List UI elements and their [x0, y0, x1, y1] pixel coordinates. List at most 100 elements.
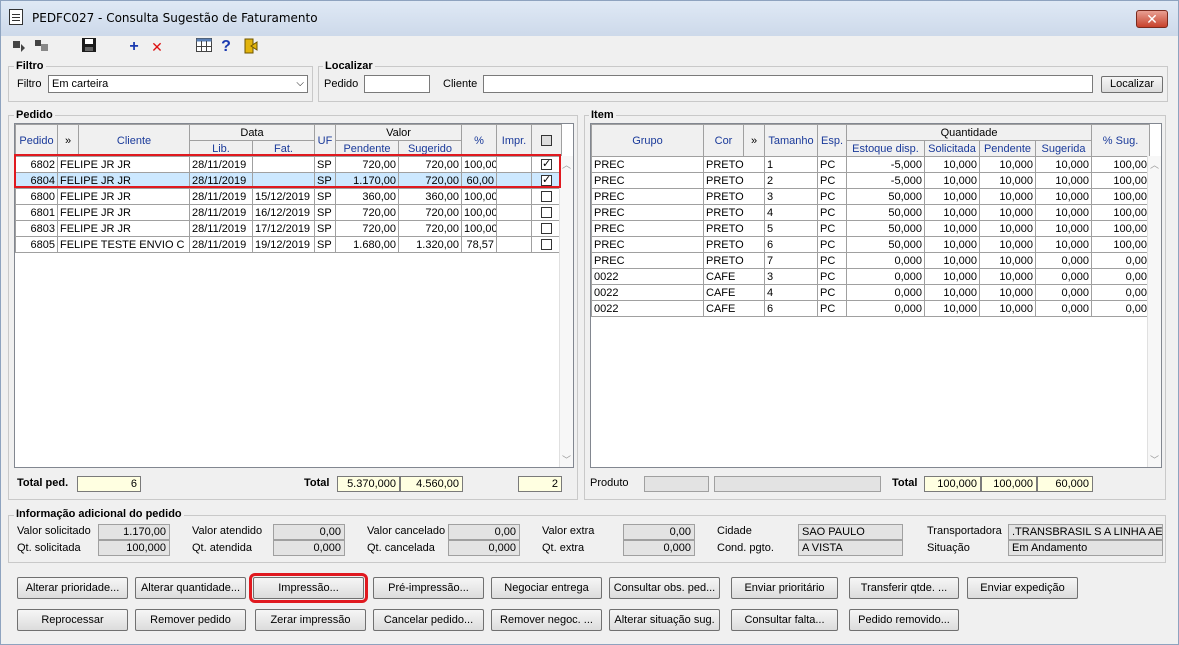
col-esp[interactable]: Esp. [817, 124, 847, 157]
save-icon[interactable] [82, 38, 96, 56]
situacao-label: Situação [927, 542, 970, 554]
item-row[interactable]: 0022 CAFE 4 PC 0,000 10,000 10,000 0,000 0,00 [591, 284, 1151, 301]
pedido-row[interactable]: 6800 FELIPE JR JR 28/11/2019 15/12/2019 SP 36… [15, 188, 562, 205]
pedido-search-input[interactable] [364, 75, 430, 93]
cell-pendente: 360,00 [335, 188, 399, 205]
cell-check [531, 188, 562, 205]
select-all-checkbox[interactable] [541, 135, 552, 147]
cell-uf: SP [314, 236, 336, 253]
pedido-row[interactable]: 6805 FELIPE TESTE ENVIO C 28/11/2019 19/12/… [15, 236, 562, 253]
localizar-title: Localizar [323, 60, 375, 72]
transferir-qtde-button[interactable]: Transferir qtde. ... [849, 577, 959, 599]
enviar-prioritario-button[interactable]: Enviar prioritário [731, 577, 838, 599]
alterar-prioridade-button[interactable]: Alterar prioridade... [17, 577, 128, 599]
col-uf[interactable]: UF [314, 124, 336, 157]
add-icon[interactable]: + [128, 38, 140, 56]
col-estoque[interactable]: Estoque disp. [846, 140, 925, 157]
cell-sugerida: 10,000 [1034, 188, 1093, 205]
cell-tam: 4 [764, 204, 818, 221]
col-cliente[interactable]: Cliente [78, 124, 190, 157]
pedido-row[interactable]: 6801 FELIPE JR JR 28/11/2019 16/12/2019 SP 72… [15, 204, 562, 221]
help-icon[interactable]: ? [220, 38, 232, 56]
col-cor[interactable]: Cor [703, 124, 744, 157]
row-checkbox[interactable] [541, 191, 552, 203]
item-row[interactable]: PREC PRETO 6 PC 50,000 10,000 10,000 10,000 100,… [591, 236, 1151, 253]
item-row[interactable]: PREC PRETO 3 PC 50,000 10,000 10,000 10,000 100,… [591, 188, 1151, 205]
col-item-pendente[interactable]: Pendente [979, 140, 1036, 157]
item-row[interactable]: PREC PRETO 2 PC -5,000 10,000 10,000 10,000 100,… [591, 172, 1151, 189]
valor-solicitado-label: Valor solicitado [17, 525, 91, 537]
item-total-pendente: 100,000 [981, 476, 1037, 492]
pedido-removido-button[interactable]: Pedido removido... [849, 609, 959, 631]
delete-icon[interactable]: ✕ [150, 38, 164, 56]
cell-sugerido: 360,00 [398, 188, 462, 205]
col-sugerida[interactable]: Sugerida [1034, 140, 1093, 157]
item-row[interactable]: 0022 CAFE 3 PC 0,000 10,000 10,000 0,000 0,00 [591, 268, 1151, 285]
item-row[interactable]: PREC PRETO 5 PC 50,000 10,000 10,000 10,000 100,… [591, 220, 1151, 237]
arrow-down-icon[interactable] [12, 38, 26, 56]
alterar-situacao-button[interactable]: Alterar situação sug. [609, 609, 720, 631]
enviar-expedicao-button[interactable]: Enviar expedição [967, 577, 1078, 599]
item-row[interactable]: 0022 CAFE 6 PC 0,000 10,000 10,000 0,000 0,00 [591, 300, 1151, 317]
pedido-scrollbar[interactable]: ︿ ﹀ [559, 156, 573, 467]
scroll-up-icon[interactable]: ︿ [562, 158, 571, 171]
remover-pedido-button[interactable]: Remover pedido [135, 609, 246, 631]
negociar-entrega-button[interactable]: Negociar entrega [491, 577, 602, 599]
consultar-falta-button[interactable]: Consultar falta... [731, 609, 838, 631]
row-checkbox[interactable] [541, 207, 552, 219]
pre-impressao-button[interactable]: Pré-impressão... [373, 577, 484, 599]
row-checkbox[interactable] [541, 223, 552, 235]
cell-sugerida: 10,000 [1034, 156, 1093, 173]
col-solicitada[interactable]: Solicitada [924, 140, 980, 157]
reprocessar-button[interactable]: Reprocessar [17, 609, 128, 631]
cell-pct: 100,00 [461, 220, 497, 237]
exit-icon[interactable] [242, 38, 258, 56]
row-checkbox[interactable] [541, 239, 552, 251]
item-row[interactable]: PREC PRETO 1 PC -5,000 10,000 10,000 10,000 100,… [591, 156, 1151, 173]
cell-pendente: 10,000 [979, 284, 1036, 301]
col-tamanho[interactable]: Tamanho [764, 124, 818, 157]
valor-atendido-label: Valor atendido [192, 525, 263, 537]
cliente-search-input[interactable] [483, 75, 1093, 93]
cell-pendente: 10,000 [979, 156, 1036, 173]
scroll-down-icon[interactable]: ﹀ [1150, 453, 1159, 466]
arrow-up-icon[interactable] [34, 38, 50, 56]
remover-negoc-button[interactable]: Remover negoc. ... [491, 609, 602, 631]
col-pedido[interactable]: Pedido [15, 124, 58, 157]
cell-esp: PC [817, 220, 847, 237]
cell-pct: 100,00 [461, 204, 497, 221]
col-pct[interactable]: % [461, 124, 497, 157]
item-row[interactable]: PREC PRETO 4 PC 50,000 10,000 10,000 10,000 100,… [591, 204, 1151, 221]
close-button[interactable]: ✕ [1136, 10, 1168, 28]
col-grupo[interactable]: Grupo [591, 124, 704, 157]
cell-pendente: 1.680,00 [335, 236, 399, 253]
cancelar-pedido-button[interactable]: Cancelar pedido... [373, 609, 484, 631]
item-scrollbar[interactable]: ︿ ﹀ [1147, 156, 1161, 467]
item-row[interactable]: PREC PRETO 7 PC 0,000 10,000 10,000 0,000 0,00 [591, 252, 1151, 269]
alterar-quantidade-button[interactable]: Alterar quantidade... [135, 577, 246, 599]
item-grid[interactable]: Grupo Cor » Tamanho Esp. Quantidade % Su… [590, 123, 1162, 468]
valor-solicitado: 1.170,00 [98, 524, 170, 540]
col-more[interactable]: » [57, 124, 79, 157]
pedido-row[interactable]: 6803 FELIPE JR JR 28/11/2019 17/12/2019 SP 72… [15, 220, 562, 237]
cell-pendente: 10,000 [979, 172, 1036, 189]
consultar-obs-button[interactable]: Consultar obs. ped... [609, 577, 720, 599]
cell-pct: 100,00 [1091, 236, 1151, 253]
col-select-all[interactable] [531, 124, 562, 157]
cell-grupo: PREC [591, 172, 704, 189]
item-title: Item [589, 109, 616, 121]
col-impr[interactable]: Impr. [496, 124, 532, 157]
col-item-more[interactable]: » [743, 124, 765, 157]
col-pct-sug[interactable]: % Sug. [1091, 124, 1151, 157]
zerar-impressao-button[interactable]: Zerar impressão [255, 609, 366, 631]
chevron-down-icon: ⌵ [296, 78, 304, 89]
grid-icon[interactable] [196, 38, 212, 56]
cell-uf: SP [314, 220, 336, 237]
impressao-button[interactable]: Impressão... [249, 573, 368, 603]
valor-atendido: 0,00 [273, 524, 345, 540]
filtro-value: Em carteira [52, 78, 109, 90]
scroll-down-icon[interactable]: ﹀ [562, 453, 571, 466]
filtro-select[interactable]: Em carteira ⌵ [48, 75, 308, 93]
localizar-button[interactable]: Localizar [1101, 76, 1163, 93]
scroll-up-icon[interactable]: ︿ [1150, 158, 1159, 171]
